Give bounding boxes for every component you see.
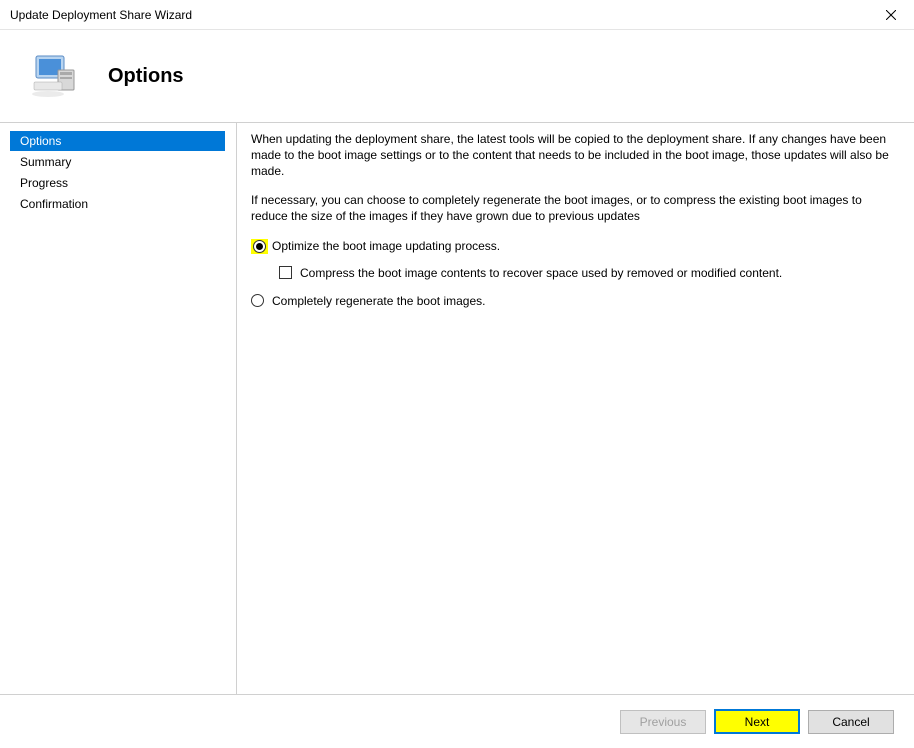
wizard-steps-sidebar: Options Summary Progress Confirmation	[0, 123, 236, 694]
options-group: Optimize the boot image updating process…	[251, 236, 896, 311]
radio-optimize-label: Optimize the boot image updating process…	[272, 239, 500, 253]
radio-regenerate-label: Completely regenerate the boot images.	[272, 294, 485, 308]
radio-wrapper	[251, 294, 264, 307]
radio-icon	[253, 240, 266, 253]
description-paragraph-1: When updating the deployment share, the …	[251, 131, 896, 180]
wizard-header: Options	[0, 30, 914, 122]
close-icon	[886, 10, 896, 20]
checkbox-icon	[279, 266, 292, 279]
cancel-button[interactable]: Cancel	[808, 710, 894, 734]
highlight-marker	[251, 239, 268, 254]
page-title: Options	[108, 65, 184, 88]
window-title: Update Deployment Share Wizard	[10, 8, 192, 22]
checkbox-compress-label: Compress the boot image contents to reco…	[300, 266, 782, 280]
sidebar-item-label: Progress	[20, 176, 68, 190]
wizard-content: When updating the deployment share, the …	[236, 123, 914, 694]
radio-optimize[interactable]: Optimize the boot image updating process…	[251, 236, 896, 257]
checkbox-compress[interactable]: Compress the boot image contents to reco…	[251, 263, 896, 283]
wizard-footer: Previous Next Cancel	[0, 695, 914, 748]
sidebar-item-label: Confirmation	[20, 197, 88, 211]
computer-icon	[30, 52, 78, 100]
radio-icon	[251, 294, 264, 307]
radio-regenerate[interactable]: Completely regenerate the boot images.	[251, 291, 896, 311]
close-button[interactable]	[868, 0, 914, 30]
sidebar-item-progress[interactable]: Progress	[10, 173, 225, 193]
sidebar-item-label: Options	[20, 134, 61, 148]
sidebar-item-confirmation[interactable]: Confirmation	[10, 194, 225, 214]
next-button[interactable]: Next	[714, 709, 800, 734]
sidebar-item-summary[interactable]: Summary	[10, 152, 225, 172]
sidebar-item-options[interactable]: Options	[10, 131, 225, 151]
main-area: Options Summary Progress Confirmation Wh…	[0, 122, 914, 695]
previous-button: Previous	[620, 710, 706, 734]
description-paragraph-2: If necessary, you can choose to complete…	[251, 192, 896, 224]
title-bar: Update Deployment Share Wizard	[0, 0, 914, 30]
sidebar-item-label: Summary	[20, 155, 71, 169]
